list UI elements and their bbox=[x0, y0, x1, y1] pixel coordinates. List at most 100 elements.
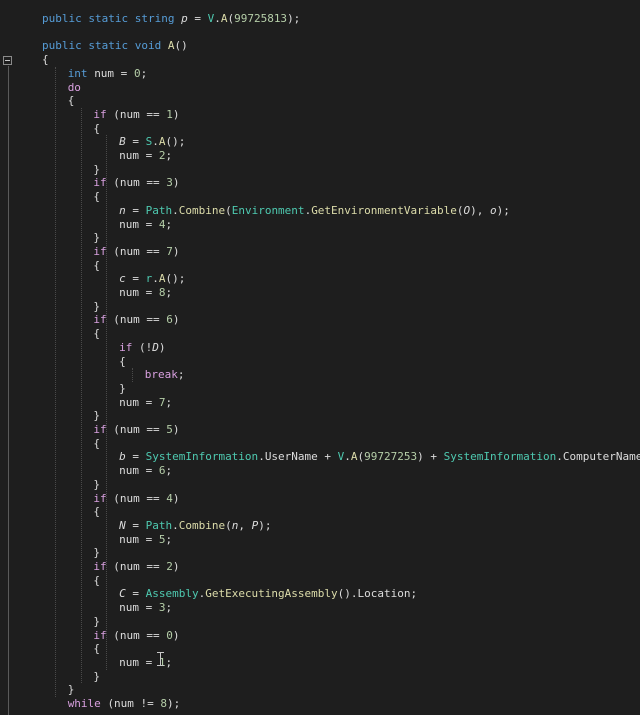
code-token: SystemInformation bbox=[443, 450, 557, 464]
code-token: num bbox=[119, 149, 139, 162]
code-token: Combine bbox=[178, 203, 226, 217]
code-token: break bbox=[144, 368, 178, 382]
code-token: = bbox=[125, 135, 146, 149]
code-token: (num == bbox=[113, 560, 167, 573]
code-line: n = Path.Combine(Environment.GetEnvironm… bbox=[119, 204, 510, 218]
code-token: (num == bbox=[113, 244, 167, 258]
indent-guide bbox=[80, 107, 82, 684]
code-token: while bbox=[67, 697, 108, 710]
code-token: Combine bbox=[178, 518, 226, 532]
code-token: = bbox=[125, 587, 146, 601]
code-line: } bbox=[119, 382, 126, 396]
code-line: if (num == 7) bbox=[93, 245, 179, 259]
code-token: if bbox=[93, 560, 114, 573]
code-line: int num = 0; bbox=[68, 67, 148, 81]
code-token: (num == bbox=[113, 423, 167, 436]
code-token: ; bbox=[165, 655, 173, 669]
code-token: ); bbox=[496, 203, 510, 217]
code-token: ; bbox=[165, 149, 173, 162]
code-token: num bbox=[119, 464, 139, 478]
code-line: num = 2; bbox=[119, 149, 172, 163]
code-token: } bbox=[93, 614, 101, 628]
code-token: if bbox=[119, 340, 139, 354]
code-token: do bbox=[67, 80, 81, 94]
code-editor[interactable]: public static string p = V.A(99725813); p… bbox=[0, 0, 640, 715]
code-token: c bbox=[119, 272, 126, 286]
code-token: = bbox=[138, 464, 159, 478]
code-token: ; bbox=[140, 66, 148, 80]
code-token: } bbox=[93, 669, 101, 683]
code-token: n bbox=[119, 203, 126, 217]
code-token: N bbox=[119, 518, 126, 532]
code-token: . bbox=[214, 12, 221, 25]
code-token: ) bbox=[172, 313, 180, 327]
code-line: N = Path.Combine(n, P); bbox=[119, 519, 271, 533]
code-line: if (num == 1) bbox=[93, 108, 179, 122]
code-token: public static bbox=[42, 12, 135, 25]
code-line: b = SystemInformation.UserName + V.A(997… bbox=[119, 450, 640, 464]
code-token: if bbox=[93, 176, 114, 190]
code-line: { bbox=[68, 94, 75, 108]
code-token: = bbox=[125, 450, 146, 464]
code-token: = bbox=[125, 203, 146, 217]
code-line: } bbox=[93, 409, 100, 423]
code-token: { bbox=[93, 642, 101, 656]
code-token: { bbox=[93, 327, 101, 341]
code-token: } bbox=[93, 477, 101, 491]
code-token: = bbox=[125, 518, 146, 532]
code-line: { bbox=[93, 122, 100, 136]
code-token: ComputerName bbox=[562, 450, 640, 464]
code-token: } bbox=[119, 381, 126, 395]
code-token: . bbox=[152, 272, 159, 286]
code-token: = bbox=[138, 395, 159, 409]
code-line: } bbox=[93, 478, 100, 492]
code-token: num bbox=[119, 217, 139, 231]
code-line: num = 1; bbox=[119, 656, 172, 670]
code-token: = bbox=[125, 272, 146, 286]
code-token: num bbox=[119, 395, 139, 409]
code-token: p bbox=[181, 12, 188, 25]
code-token: 7 bbox=[166, 244, 173, 258]
code-token: int bbox=[67, 66, 95, 80]
code-line: num = 7; bbox=[119, 396, 172, 410]
code-token: string bbox=[134, 12, 182, 25]
code-line: if (num == 0) bbox=[93, 629, 179, 643]
code-token: = bbox=[138, 655, 159, 669]
code-line: num = 4; bbox=[119, 218, 172, 232]
code-token: = bbox=[138, 286, 159, 299]
code-line: num = 3; bbox=[119, 601, 172, 615]
code-token: o bbox=[490, 203, 497, 217]
code-line: } bbox=[93, 163, 100, 177]
code-token: { bbox=[93, 436, 101, 450]
code-token: Path bbox=[145, 203, 173, 217]
code-token: = bbox=[187, 12, 208, 25]
code-token: SystemInformation bbox=[145, 450, 259, 464]
code-token: ; bbox=[165, 286, 173, 299]
code-token: public static bbox=[42, 39, 135, 53]
code-token: { bbox=[93, 258, 101, 272]
code-token: Path bbox=[145, 518, 173, 532]
code-token: ; bbox=[165, 532, 173, 546]
code-line: B = S.A(); bbox=[119, 135, 185, 149]
code-line: while (num != 8); bbox=[68, 697, 181, 711]
code-line: if (!D) bbox=[119, 341, 165, 355]
code-token: if bbox=[93, 423, 114, 436]
code-token: 4 bbox=[166, 491, 173, 505]
code-token: num bbox=[119, 286, 139, 299]
code-token: } bbox=[93, 162, 101, 176]
code-token: { bbox=[93, 505, 101, 519]
code-token: 0 bbox=[166, 628, 173, 642]
code-line: num = 8; bbox=[119, 286, 172, 300]
code-line: break; bbox=[145, 368, 185, 382]
code-token: { bbox=[93, 573, 101, 587]
code-token: 5 bbox=[166, 423, 173, 436]
code-token: 99727253 bbox=[364, 450, 418, 464]
code-token: 3 bbox=[166, 176, 173, 190]
collapse-region-icon[interactable] bbox=[3, 56, 12, 65]
code-token: ) bbox=[172, 176, 180, 190]
code-token: Assembly bbox=[145, 587, 199, 601]
code-token: if bbox=[93, 628, 114, 642]
code-token: (); bbox=[165, 135, 186, 149]
code-line: if (num == 3) bbox=[93, 176, 179, 190]
code-token: ); bbox=[167, 697, 181, 710]
